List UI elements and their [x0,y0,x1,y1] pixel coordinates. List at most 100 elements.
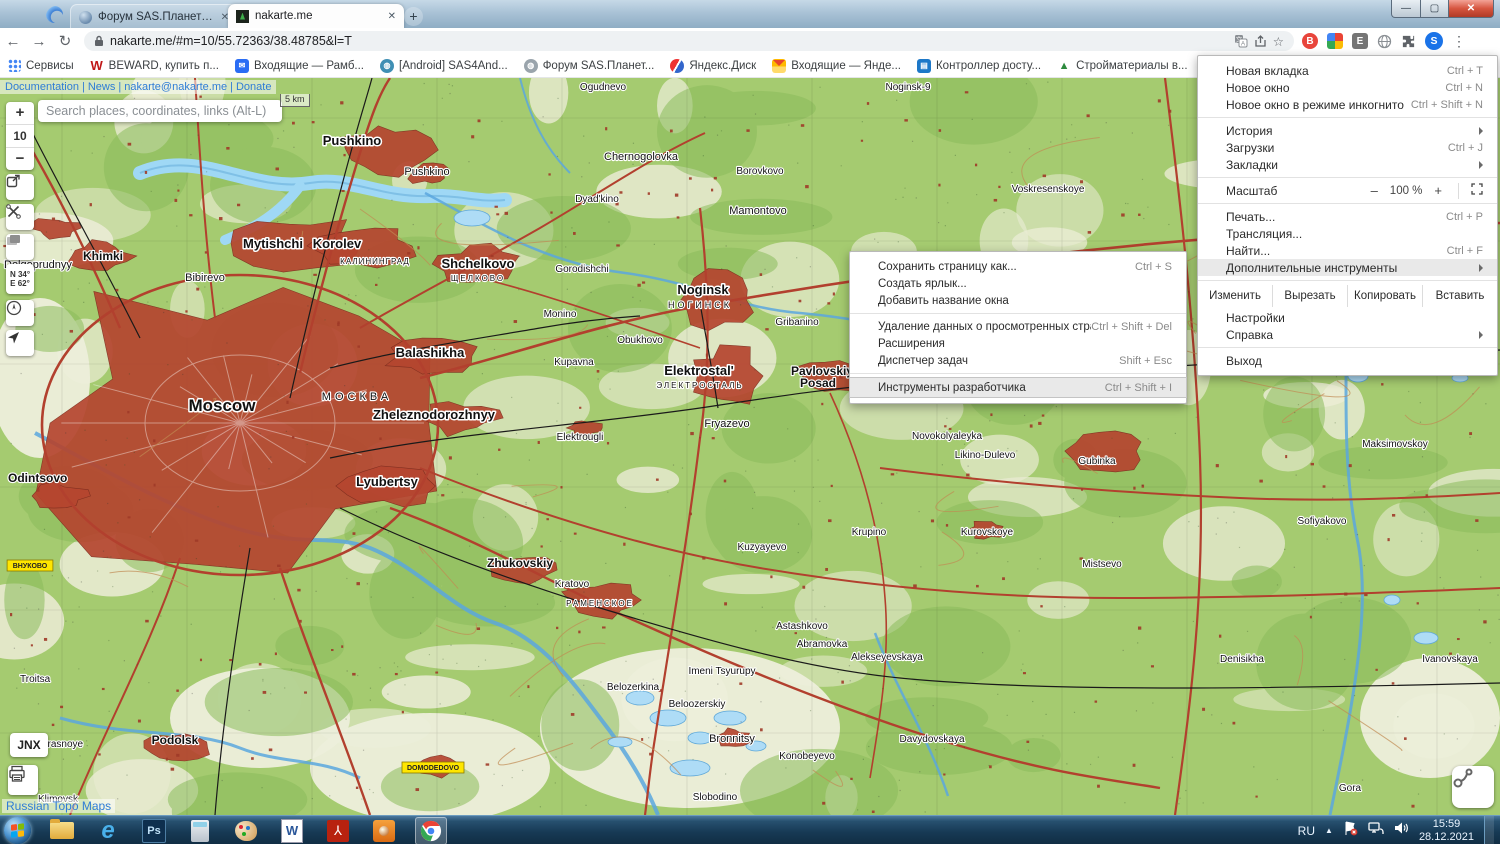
menu-item[interactable]: Новая вкладкаCtrl + T [1198,62,1497,79]
share-icon[interactable] [1254,35,1267,48]
menu-item[interactable]: Создать ярлык... [850,275,1186,292]
coordinates-button[interactable]: N 34° E 62° [6,264,34,294]
taskbar-calculator-icon[interactable] [185,818,215,844]
track-profile-button[interactable] [1452,766,1494,808]
bookmark-star-icon[interactable]: ☆ [1273,34,1284,49]
network-icon[interactable] [1368,821,1384,840]
menu-item[interactable]: История [1198,122,1497,139]
bookmark-label: Яндекс.Диск [689,60,756,72]
edit-action-button[interactable]: Вырезать [1272,285,1347,307]
back-button[interactable]: ← [0,33,26,50]
azimuth-compass-button[interactable] [6,300,34,326]
close-button[interactable]: ✕ [1449,0,1494,18]
menu-zoom-in-button[interactable]: + [1430,183,1446,198]
address-bar[interactable]: nakarte.me/#m=10/55.72363/38.48785&l=T 文… [84,31,1294,51]
taskbar-word-icon[interactable]: W [277,818,307,844]
show-desktop-button[interactable] [1484,816,1494,844]
map-town-label: ЭЛЕКТРОСТАЛЬ [656,381,743,390]
menu-item[interactable]: ЗагрузкиCtrl + J [1198,139,1497,156]
extension-sas-icon[interactable] [1327,33,1343,49]
menu-item[interactable]: Новое окноCtrl + N [1198,79,1497,96]
translate-icon[interactable]: 文A [1234,34,1248,48]
zoom-in-button[interactable]: + [6,102,34,124]
language-indicator[interactable]: RU [1298,824,1315,838]
menu-item[interactable]: Найти...Ctrl + F [1198,242,1497,259]
fullscreen-icon[interactable] [1471,183,1483,198]
layer-name-label[interactable]: Russian Topo Maps [2,799,115,813]
maximize-button[interactable]: ▢ [1421,0,1449,18]
tray-expand-icon[interactable]: ▲ [1325,826,1333,835]
menu-item[interactable]: Дополнительные инструменты [1198,259,1497,276]
tab1-title: Форум SAS.Планета • Просмотр [98,11,215,23]
bookmark-item[interactable]: ▤Контроллер досту... [917,59,1041,73]
menu-item[interactable]: Трансляция... [1198,225,1497,242]
taskbar-sasplanet-icon[interactable] [231,818,261,844]
menu-item[interactable]: Печать...Ctrl + P [1198,208,1497,225]
menu-item[interactable]: Справка [1198,326,1497,343]
browser-menu-icon[interactable]: ⋮ [1452,33,1466,50]
reload-button[interactable]: ↻ [52,32,78,50]
jnx-export-button[interactable]: JNX [10,733,48,757]
menu-item[interactable]: Диспетчер задачShift + Esc [850,352,1186,369]
share-view-button[interactable] [6,174,34,200]
new-tab-button[interactable]: + [404,7,423,26]
extension-e-icon[interactable]: E [1352,33,1368,49]
menu-separator [1198,347,1497,348]
menu-item[interactable]: Закладки [1198,156,1497,173]
menu-item[interactable]: Добавить название окна [850,292,1186,309]
link-separator: | [230,81,233,93]
volume-icon[interactable] [1394,821,1409,840]
edit-action-button[interactable]: Вставить [1422,285,1497,307]
clock-date: 28.12.2021 [1419,831,1474,844]
action-center-icon[interactable] [1343,821,1358,841]
tab-nakarte[interactable]: nakarte.me ✕ [228,4,404,28]
taskbar-clock[interactable]: 15:59 28.12.2021 [1419,818,1474,844]
tab2-close-icon[interactable]: ✕ [388,11,396,22]
menu-item[interactable]: Новое окно в режиме инкогнитоCtrl + Shif… [1198,96,1497,113]
menu-item[interactable]: Масштаб–100 %+ [1198,182,1497,199]
globe-extension-icon[interactable] [1377,34,1392,49]
menu-zoom-out-button[interactable]: – [1367,183,1382,198]
menu-item[interactable]: Настройки [1198,309,1497,326]
zoom-out-button[interactable]: − [6,148,34,170]
forward-button[interactable]: → [26,33,52,50]
panoramas-button[interactable] [6,234,34,260]
menu-item[interactable]: Выход [1198,352,1497,369]
menu-item[interactable]: Удаление данных о просмотренных страница… [850,318,1186,335]
map-link[interactable]: News [88,81,116,93]
bookmark-item[interactable]: Сервисы [8,59,74,72]
start-button[interactable] [4,817,31,844]
taskbar-photoshop-icon[interactable]: Ps [139,818,169,844]
map-link[interactable]: Donate [236,81,271,93]
bookmark-favicon [772,59,786,73]
bookmark-item[interactable]: Входящие — Янде... [772,59,901,73]
bookmark-item[interactable]: WBEWARD, купить п... [90,59,219,73]
bookmark-item[interactable]: ◍[Android] SAS4And... [380,59,508,73]
minimize-button[interactable]: — [1391,0,1421,18]
extension-b-icon[interactable]: B [1302,33,1318,49]
taskbar-pdf-icon[interactable]: ⅄ [323,818,353,844]
locate-me-button[interactable] [6,330,34,356]
menu-item[interactable]: Сохранить страницу как...Ctrl + S [850,258,1186,275]
print-map-button[interactable] [8,765,38,795]
map-link[interactable]: nakarte@nakarte.me [124,81,227,93]
taskbar-ie-icon[interactable]: e [93,818,123,844]
bookmark-item[interactable]: ◍Форум SAS.Планет... [524,59,655,73]
measure-tool-button[interactable] [6,204,34,230]
map-link[interactable]: Documentation [5,81,79,93]
bookmark-item[interactable]: Яндекс.Диск [670,59,756,73]
puzzle-extensions-icon[interactable] [1401,34,1416,49]
menu-item[interactable]: Расширения [850,335,1186,352]
edit-action-button[interactable]: Копировать [1347,285,1422,307]
bookmark-item[interactable]: ▲Стройматериалы в... [1057,59,1187,73]
taskbar-chrome-icon[interactable] [415,817,447,844]
taskbar-explorer-icon[interactable] [47,818,77,844]
search-input[interactable] [38,100,282,122]
menu-item[interactable]: Инструменты разработчикаCtrl + Shift + I [850,378,1186,397]
tab-forum-sasplaneta[interactable]: Форум SAS.Планета • Просмотр ✕ [70,4,238,29]
bookmark-item[interactable]: ✉Входящие — Рамб... [235,59,364,73]
menu-shortcut: Ctrl + N [1445,82,1483,94]
profile-avatar[interactable]: S [1425,32,1443,50]
taskbar-photo-app-icon[interactable] [369,818,399,844]
menu-item-label: Новая вкладка [1226,64,1447,78]
